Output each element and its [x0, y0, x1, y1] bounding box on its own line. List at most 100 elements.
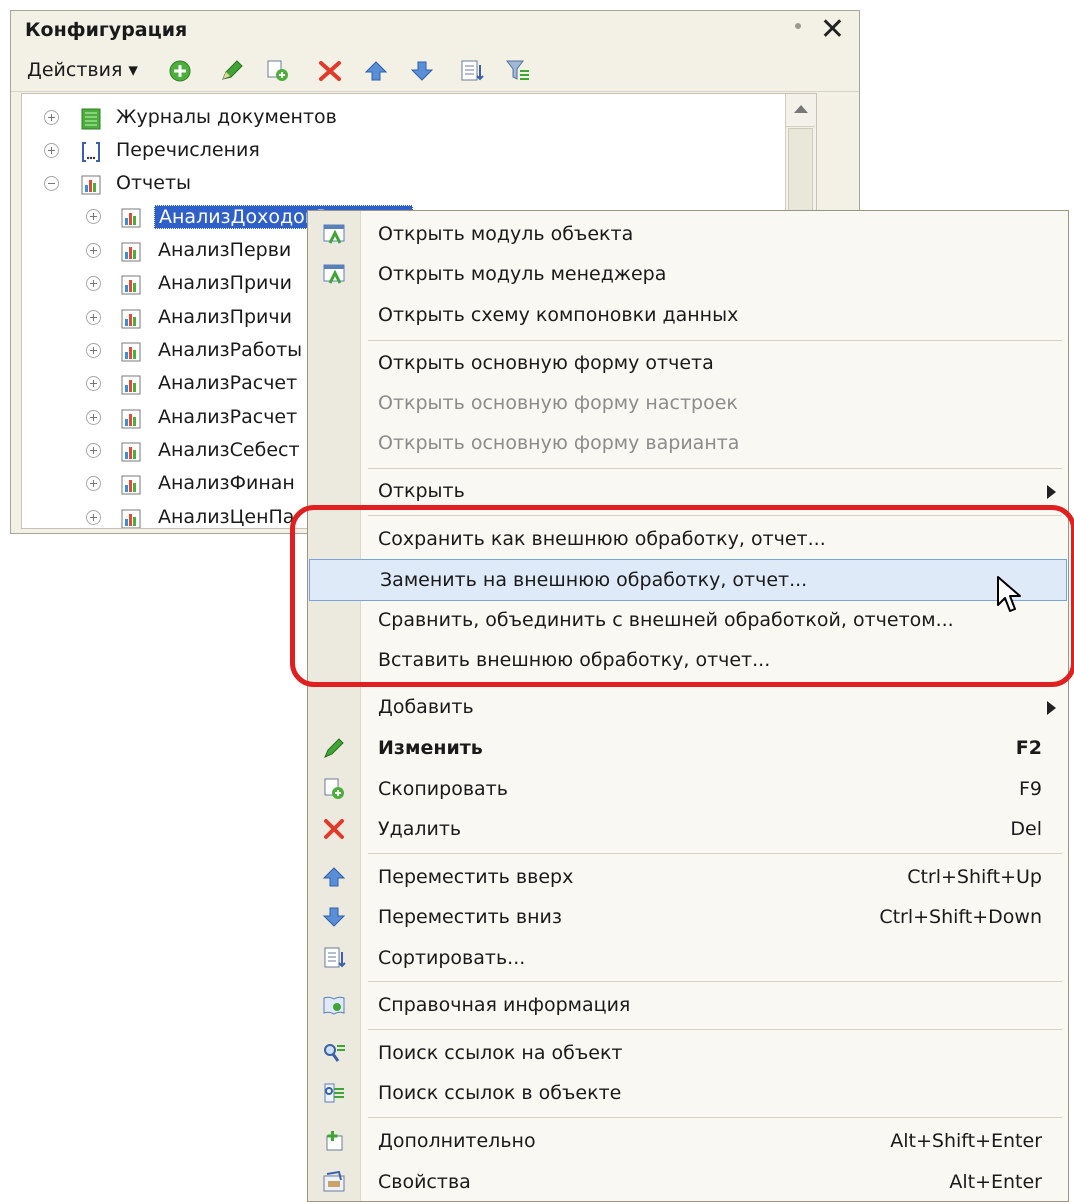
menu-item-properties[interactable]: Свойства Alt+Enter — [308, 1162, 1068, 1202]
menu-item-insert-external[interactable]: Вставить внешнюю обработку, отчет... — [308, 640, 1068, 680]
collapse-icon[interactable] — [44, 176, 59, 191]
move-down-icon[interactable] — [409, 59, 435, 83]
report-icon — [121, 509, 141, 528]
expand-icon[interactable] — [86, 209, 101, 224]
menu-item-sort[interactable]: Сортировать... — [308, 938, 1068, 978]
tree-item-label: Отчеты — [116, 172, 192, 194]
menu-item-open-main-settings-form: Открыть основную форму настроек — [308, 383, 1068, 423]
expand-icon[interactable] — [86, 310, 101, 325]
tree-item-document-journals[interactable]: Журналы документов — [22, 104, 816, 136]
menu-item-find-refs-in-object[interactable]: Поиск ссылок в объекте — [308, 1073, 1068, 1113]
menu-item-delete[interactable]: Удалить Del — [308, 809, 1068, 849]
move-up-icon[interactable] — [363, 59, 389, 83]
menu-item-label: Переместить вниз — [378, 906, 562, 928]
expand-icon[interactable] — [44, 143, 59, 158]
menu-item-open[interactable]: Открыть — [308, 471, 1068, 511]
menu-item-open-main-variant-form: Открыть основную форму варианта — [308, 423, 1068, 463]
module-icon — [323, 264, 345, 284]
menu-separator — [368, 515, 1062, 516]
sort-icon[interactable] — [459, 59, 485, 83]
expand-icon[interactable] — [86, 443, 101, 458]
actions-menu-button[interactable]: Действия ▾ — [27, 59, 138, 81]
report-icon — [121, 375, 141, 395]
search-in-object-icon — [324, 1083, 344, 1103]
menu-item-label: Скопировать — [378, 778, 508, 800]
expand-icon[interactable] — [86, 276, 101, 291]
report-icon — [121, 442, 141, 462]
menu-item-move-down[interactable]: Переместить вниз Ctrl+Shift+Down — [308, 897, 1068, 937]
tree-item-label: АнализРаботы — [158, 339, 303, 361]
menu-item-open-main-report-form[interactable]: Открыть основную форму отчета — [308, 343, 1068, 383]
menu-item-open-manager-module[interactable]: Открыть модуль менеджера — [308, 254, 1068, 294]
filter-icon[interactable] — [505, 59, 531, 83]
report-icon — [121, 275, 141, 295]
pencil-icon — [324, 738, 344, 758]
menu-item-label: Открыть модуль менеджера — [378, 263, 667, 285]
menu-item-label: Открыть основную форму настроек — [378, 392, 738, 414]
menu-item-label: Изменить — [378, 737, 483, 759]
close-icon[interactable]: ✕ — [820, 13, 845, 47]
report-icon — [121, 208, 141, 228]
menu-item-label: Открыть схему компоновки данных — [378, 304, 739, 326]
expand-icon[interactable] — [86, 243, 101, 258]
menu-item-shortcut: Ctrl+Shift+Up — [907, 866, 1042, 888]
tree-item-label: Журналы документов — [116, 106, 337, 128]
report-icon — [121, 342, 141, 362]
menu-item-label: Поиск ссылок на объект — [378, 1042, 623, 1064]
menu-item-add[interactable]: Добавить — [308, 687, 1068, 727]
copy-icon[interactable] — [265, 59, 291, 83]
menu-item-shortcut: F9 — [1018, 778, 1042, 800]
menu-item-label: Открыть модуль объекта — [378, 223, 634, 245]
pin-icon[interactable] — [795, 23, 801, 29]
panel-title: Конфигурация — [25, 19, 188, 41]
menu-item-additional[interactable]: Дополнительно Alt+Shift+Enter — [308, 1121, 1068, 1161]
expand-icon[interactable] — [86, 343, 101, 358]
tree-item-label: АнализРасчет — [158, 372, 298, 394]
pencil-icon[interactable] — [219, 59, 245, 83]
menu-item-save-as-external[interactable]: Сохранить как внешнюю обработку, отчет..… — [308, 519, 1068, 559]
tree-item-label: АнализПричи — [158, 272, 292, 294]
report-icon — [121, 409, 141, 429]
delete-icon[interactable] — [317, 59, 343, 83]
menu-item-find-refs-to-object[interactable]: Поиск ссылок на объект — [308, 1033, 1068, 1073]
menu-item-compare-merge-external[interactable]: Сравнить, объединить с внешней обработко… — [308, 600, 1068, 640]
tree-item-label: АнализРасчет — [158, 406, 298, 428]
menu-item-label: Сохранить как внешнюю обработку, отчет..… — [378, 528, 826, 550]
delete-icon — [324, 819, 344, 839]
toolbar: Действия ▾ — [11, 51, 859, 92]
copy-icon — [324, 778, 344, 799]
expand-icon[interactable] — [86, 476, 101, 491]
sort-icon — [324, 947, 346, 968]
menu-separator — [368, 981, 1062, 982]
expand-icon[interactable] — [44, 110, 59, 125]
search-refs-icon — [324, 1044, 345, 1062]
panel-titlebar: Конфигурация ✕ — [11, 11, 859, 51]
menu-item-move-up[interactable]: Переместить вверх Ctrl+Shift+Up — [308, 857, 1068, 897]
tree-item-enumerations[interactable]: Перечисления — [22, 137, 816, 169]
tree-item-label: АнализЦенПа — [158, 506, 295, 528]
menu-item-open-data-composition-schema[interactable]: Открыть схему компоновки данных — [308, 295, 1068, 335]
menu-item-label: Добавить — [378, 696, 474, 718]
expand-icon[interactable] — [86, 510, 101, 525]
menu-item-copy[interactable]: Скопировать F9 — [308, 769, 1068, 809]
tree-item-reports[interactable]: Отчеты — [22, 170, 816, 202]
expand-icon[interactable] — [86, 410, 101, 425]
menu-item-replace-with-external[interactable]: Заменить на внешнюю обработку, отчет... — [309, 559, 1067, 601]
additional-icon — [326, 1131, 343, 1151]
menu-item-label: Открыть основную форму варианта — [378, 432, 740, 454]
menu-item-label: Поиск ссылок в объекте — [378, 1082, 622, 1104]
menu-item-label: Заменить на внешнюю обработку, отчет... — [380, 569, 808, 591]
menu-item-shortcut: Ctrl+Shift+Down — [879, 906, 1042, 928]
add-icon[interactable] — [167, 59, 193, 83]
menu-separator — [368, 853, 1062, 854]
menu-item-edit[interactable]: Изменить F2 — [308, 728, 1068, 768]
menu-separator — [368, 1117, 1062, 1118]
menu-item-help-info[interactable]: Справочная информация — [308, 985, 1068, 1025]
scroll-up-icon[interactable] — [786, 94, 815, 127]
menu-separator — [368, 340, 1062, 341]
journal-icon — [81, 108, 101, 130]
help-icon — [323, 996, 345, 1015]
menu-item-open-object-module[interactable]: Открыть модуль объекта — [308, 214, 1068, 254]
tree-item-label: Перечисления — [116, 139, 260, 161]
expand-icon[interactable] — [86, 376, 101, 391]
